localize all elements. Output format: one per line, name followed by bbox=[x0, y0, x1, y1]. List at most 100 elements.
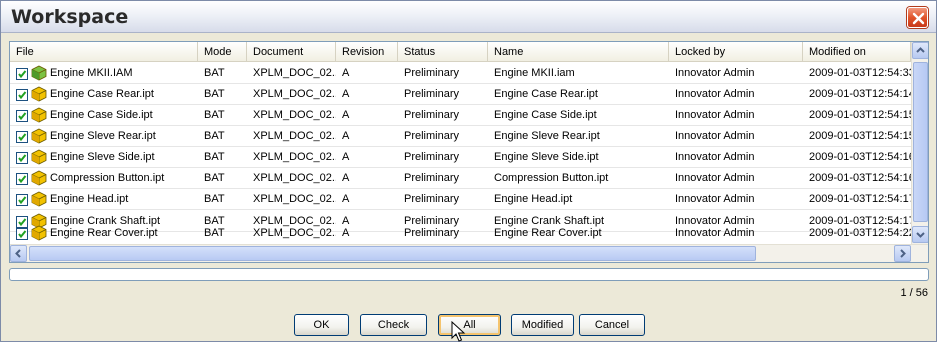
row-checkbox[interactable] bbox=[16, 228, 28, 240]
locked-by-cell: Innovator Admin bbox=[675, 130, 755, 142]
title-bar: Workspace bbox=[1, 1, 936, 33]
name-cell: Engine Sleve Side.ipt bbox=[494, 151, 599, 163]
scroll-up-button[interactable] bbox=[912, 42, 928, 59]
status-cell: Preliminary bbox=[404, 172, 460, 184]
file-name: Engine Case Side.ipt bbox=[50, 109, 153, 121]
ok-button[interactable]: OK bbox=[294, 314, 349, 336]
scroll-down-button[interactable] bbox=[912, 226, 928, 243]
checkmark-icon bbox=[18, 196, 27, 205]
table-row[interactable]: Engine Sleve Rear.ipt BAT XPLM_DOC_02... A P… bbox=[10, 126, 911, 147]
file-cell: Engine Case Side.ipt bbox=[10, 105, 198, 126]
name-cell: Engine Sleve Rear.ipt bbox=[494, 130, 600, 142]
name-cell: Engine Case Rear.ipt bbox=[494, 88, 598, 100]
horizontal-scrollbar[interactable] bbox=[10, 244, 928, 262]
file-name: Engine Rear Cover.ipt bbox=[50, 227, 158, 239]
checkmark-icon bbox=[18, 230, 27, 239]
revision-cell: A bbox=[342, 88, 350, 100]
modified-on-cell: 2009-01-03T12:54:15 bbox=[809, 130, 911, 142]
file-name: Engine Sleve Side.ipt bbox=[50, 151, 155, 163]
document-cell: XPLM_DOC_02... bbox=[253, 227, 336, 239]
mode-cell: BAT bbox=[204, 130, 225, 142]
row-checkbox[interactable] bbox=[16, 173, 28, 185]
table-row[interactable]: Engine Case Side.ipt BAT XPLM_DOC_02... A Pr… bbox=[10, 105, 911, 126]
chevron-left-icon bbox=[15, 249, 21, 258]
table-row[interactable]: Compression Button.ipt BAT XPLM_DOC_02... A… bbox=[10, 168, 911, 189]
vertical-scroll-thumb[interactable] bbox=[913, 62, 928, 222]
file-cell: Engine Sleve Side.ipt bbox=[10, 147, 198, 168]
document-cell: XPLM_DOC_02... bbox=[253, 172, 336, 184]
file-cell: Engine Sleve Rear.ipt bbox=[10, 126, 198, 147]
mouse-pointer-icon bbox=[451, 321, 466, 342]
row-checkbox[interactable] bbox=[16, 194, 28, 206]
status-cell: Preliminary bbox=[404, 151, 460, 163]
check-button[interactable]: Check bbox=[360, 314, 427, 336]
locked-by-cell: Innovator Admin bbox=[675, 109, 755, 121]
modified-button[interactable]: Modified bbox=[511, 314, 574, 336]
file-cell: Engine MKII.IAM bbox=[10, 63, 198, 84]
modified-on-cell: 2009-01-03T12:54:16 bbox=[809, 151, 911, 163]
document-cell: XPLM_DOC_02... bbox=[253, 67, 336, 79]
column-header-revision[interactable]: Revision bbox=[336, 42, 398, 62]
name-cell: Engine MKII.iam bbox=[494, 67, 575, 79]
modified-on-cell: 2009-01-03T12:54:17 bbox=[809, 193, 911, 205]
progress-bar bbox=[9, 268, 929, 281]
status-cell: Preliminary bbox=[404, 193, 460, 205]
modified-on-cell: 2009-01-03T12:54:33 bbox=[809, 67, 911, 79]
file-cell: Engine Head.ipt bbox=[10, 189, 198, 210]
locked-by-cell: Innovator Admin bbox=[675, 88, 755, 100]
revision-cell: A bbox=[342, 67, 350, 79]
part-icon bbox=[30, 149, 48, 165]
all-button[interactable]: All bbox=[438, 314, 501, 336]
file-name: Engine Case Rear.ipt bbox=[50, 88, 154, 100]
column-header-name[interactable]: Name bbox=[488, 42, 669, 62]
mode-cell: BAT bbox=[204, 151, 225, 163]
column-header-mode[interactable]: Mode bbox=[198, 42, 247, 62]
checkmark-icon bbox=[18, 112, 27, 121]
name-cell: Compression Button.ipt bbox=[494, 172, 609, 184]
window-title: Workspace bbox=[11, 6, 129, 28]
part-icon bbox=[30, 128, 48, 144]
horizontal-scroll-thumb[interactable] bbox=[29, 246, 756, 261]
table-row[interactable]: Engine Case Rear.ipt BAT XPLM_DOC_02... A Pr… bbox=[10, 84, 911, 105]
row-checkbox[interactable] bbox=[16, 131, 28, 143]
revision-cell: A bbox=[342, 109, 350, 121]
scroll-right-button[interactable] bbox=[894, 245, 911, 262]
vertical-scrollbar[interactable] bbox=[911, 42, 928, 244]
row-checkbox[interactable] bbox=[16, 89, 28, 101]
button-bar: OK Check All Modified Cancel bbox=[1, 314, 937, 338]
row-checkbox[interactable] bbox=[16, 152, 28, 164]
name-cell: Engine Case Side.ipt bbox=[494, 109, 597, 121]
table-row[interactable]: Engine MKII.IAM BAT XPLM_DOC_02... A Prelimi… bbox=[10, 63, 911, 84]
scroll-left-button[interactable] bbox=[10, 245, 27, 262]
table-row[interactable]: Engine Sleve Side.ipt BAT XPLM_DOC_02... A P… bbox=[10, 147, 911, 168]
file-name: Compression Button.ipt bbox=[50, 172, 165, 184]
page-count: 1 / 56 bbox=[900, 287, 928, 299]
document-cell: XPLM_DOC_02... bbox=[253, 193, 336, 205]
column-header-status[interactable]: Status bbox=[398, 42, 488, 62]
status-cell: Preliminary bbox=[404, 88, 460, 100]
part-icon bbox=[30, 170, 48, 186]
modified-on-cell: 2009-01-03T12:54:14 bbox=[809, 88, 911, 100]
checkmark-icon bbox=[18, 154, 27, 163]
file-name: Engine Head.ipt bbox=[50, 193, 129, 205]
table-row[interactable]: Engine Head.ipt BAT XPLM_DOC_02... A Prelimi… bbox=[10, 189, 911, 210]
row-checkbox[interactable] bbox=[16, 68, 28, 80]
table-row[interactable]: Engine Rear Cover.ipt BAT XPLM_DOC_02... A P… bbox=[10, 223, 911, 243]
part-icon bbox=[30, 86, 48, 102]
file-cell: Engine Rear Cover.ipt bbox=[10, 223, 198, 243]
locked-by-cell: Innovator Admin bbox=[675, 227, 755, 239]
chevron-down-icon bbox=[916, 232, 925, 238]
cancel-button[interactable]: Cancel bbox=[579, 314, 645, 336]
document-cell: XPLM_DOC_02... bbox=[253, 151, 336, 163]
column-header-locked-by[interactable]: Locked by bbox=[669, 42, 803, 62]
mode-cell: BAT bbox=[204, 193, 225, 205]
column-header-file[interactable]: File bbox=[10, 42, 198, 62]
file-grid: File Mode Document Revision Status Name … bbox=[9, 41, 929, 263]
grid-rows: Engine MKII.IAM BAT XPLM_DOC_02... A Prelimi… bbox=[10, 63, 911, 243]
status-cell: Preliminary bbox=[404, 227, 460, 239]
row-checkbox[interactable] bbox=[16, 110, 28, 122]
column-header-modified-on[interactable]: Modified on bbox=[803, 42, 911, 62]
close-button[interactable] bbox=[907, 7, 928, 28]
column-header-document[interactable]: Document bbox=[247, 42, 336, 62]
document-cell: XPLM_DOC_02... bbox=[253, 109, 336, 121]
